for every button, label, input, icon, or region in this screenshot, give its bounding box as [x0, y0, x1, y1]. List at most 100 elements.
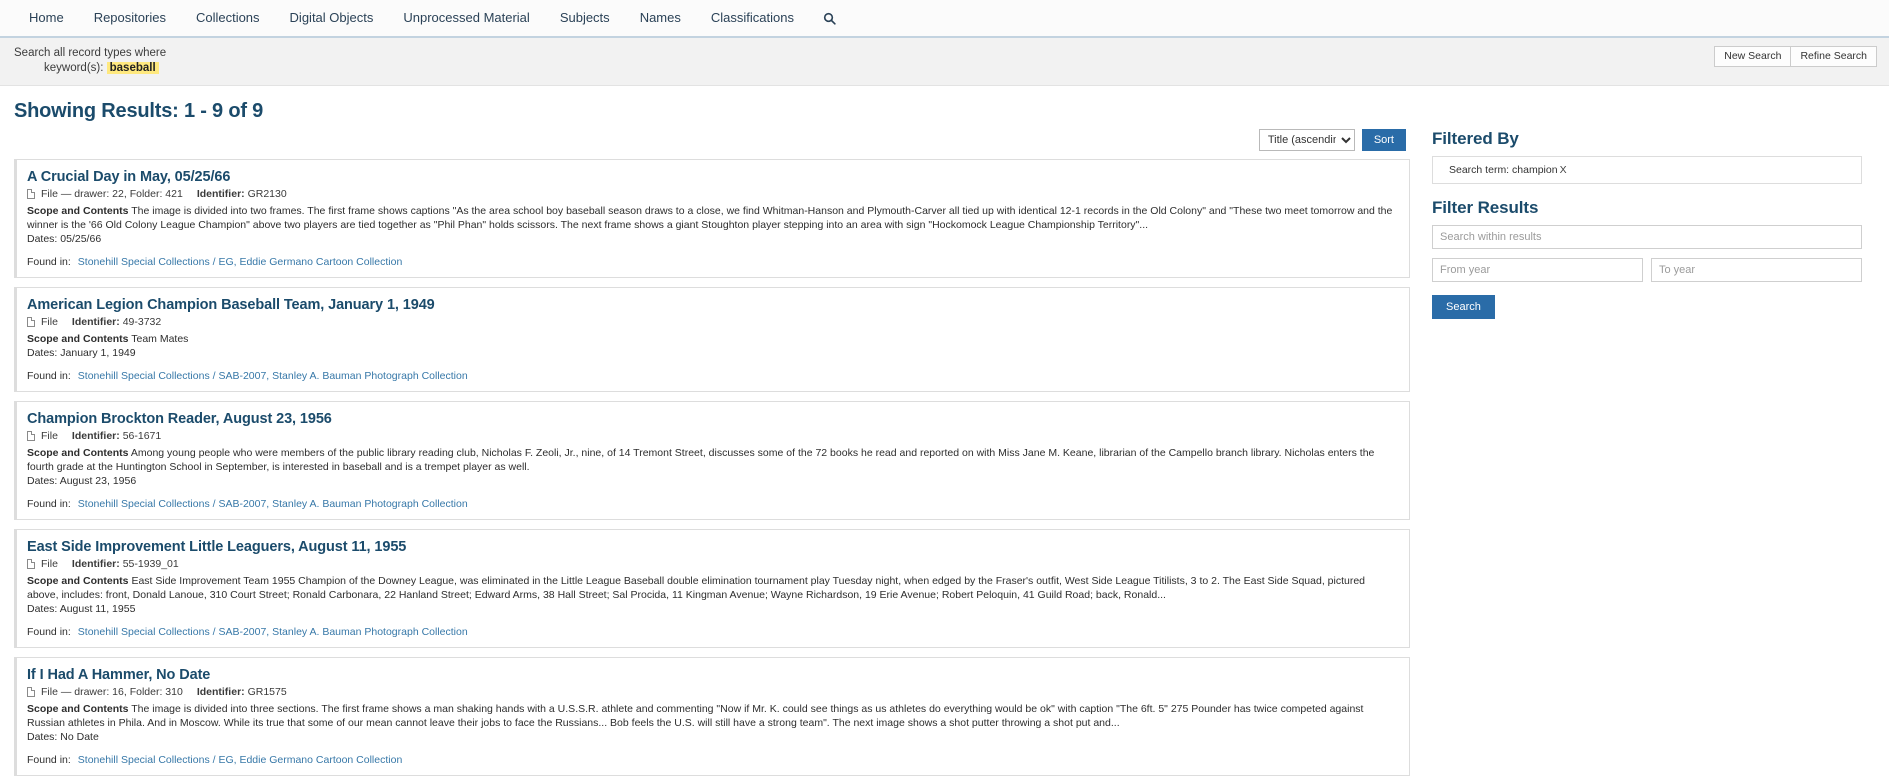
identifier-label: Identifier:: [71, 558, 120, 570]
result-identifier: Identifier: GR2130: [197, 188, 287, 200]
found-in-link[interactable]: Stonehill Special Collections / SAB-2007…: [78, 370, 468, 382]
identifier-value: 55-1939_01: [122, 558, 179, 570]
result-identifier: Identifier: 49-3732: [72, 316, 161, 328]
result-type: File: [41, 558, 58, 570]
to-year-input[interactable]: [1651, 258, 1862, 282]
nav-item-classifications[interactable]: Classifications: [696, 0, 809, 36]
search-icon[interactable]: [809, 12, 850, 25]
nav-item-names[interactable]: Names: [625, 0, 696, 36]
dates-label: Dates:: [27, 731, 58, 743]
from-year-input[interactable]: [1432, 258, 1643, 282]
main-navbar: Home Repositories Collections Digital Ob…: [0, 0, 1889, 38]
sort-bar: Title (ascending) Sort: [14, 129, 1410, 159]
result-type: File: [41, 316, 58, 328]
result-title-link[interactable]: Champion Brockton Reader, August 23, 195…: [27, 411, 332, 427]
filter-chip[interactable]: Search term: champion X: [1432, 156, 1862, 184]
result-found-in: Found in: Stonehill Special Collections /…: [27, 626, 1397, 638]
scope-label: Scope and Contents: [27, 205, 129, 217]
found-in-label: Found in:: [27, 498, 71, 510]
result-title-link[interactable]: East Side Improvement Little Leaguers, A…: [27, 539, 406, 555]
file-icon: [27, 687, 35, 697]
page-title: Showing Results: 1 - 9 of 9: [14, 100, 264, 122]
sort-button[interactable]: Sort: [1361, 129, 1406, 151]
identifier-value: GR2130: [247, 188, 287, 200]
nav-item-unprocessed-material[interactable]: Unprocessed Material: [388, 0, 544, 36]
found-in-link[interactable]: Stonehill Special Collections / SAB-2007…: [78, 498, 468, 510]
result-item[interactable]: East Side Improvement Little Leaguers, A…: [14, 529, 1410, 648]
nav-item-home[interactable]: Home: [14, 0, 79, 36]
result-dates: Dates: August 11, 1955: [27, 603, 1397, 615]
nav-item-digital-objects[interactable]: Digital Objects: [275, 0, 389, 36]
result-dates: Dates: January 1, 1949: [27, 347, 1397, 359]
sidebar-search-button[interactable]: Search: [1432, 295, 1495, 319]
identifier-value: 49-3732: [122, 316, 162, 328]
results-list: A Crucial Day in May, 05/25/66 File — dr…: [14, 159, 1410, 778]
criteria-keyword-value: baseball: [106, 62, 159, 74]
search-within-results-input[interactable]: [1432, 225, 1862, 249]
result-title-link[interactable]: If I Had A Hammer, No Date: [27, 667, 210, 683]
result-type: File — drawer: 16, Folder: 310: [41, 686, 183, 698]
result-identifier: Identifier: 55-1939_01: [72, 558, 179, 570]
nav-item-repositories[interactable]: Repositories: [79, 0, 181, 36]
result-scope: Scope and Contents The image is divided …: [27, 204, 1397, 232]
criteria-keyword-row: keyword(s): baseball: [14, 61, 1875, 75]
result-found-in: Found in: Stonehill Special Collections /…: [27, 498, 1397, 510]
result-item[interactable]: Champion Brockton Reader, August 23, 195…: [14, 401, 1410, 520]
result-item[interactable]: A Crucial Day in May, 05/25/66 File — dr…: [14, 159, 1410, 278]
result-found-in: Found in: Stonehill Special Collections /…: [27, 256, 1397, 268]
filter-chip-label: Search term: champion: [1449, 164, 1558, 176]
result-type: File — drawer: 22, Folder: 421: [41, 188, 183, 200]
result-meta: File — drawer: 22, Folder: 421 Identifie…: [27, 188, 1397, 200]
results-column: Title (ascending) Sort A Crucial Day in …: [14, 129, 1410, 778]
found-in-label: Found in:: [27, 256, 71, 268]
new-search-button[interactable]: New Search: [1714, 46, 1792, 67]
result-title-link[interactable]: A Crucial Day in May, 05/25/66: [27, 169, 230, 185]
scope-text: East Side Improvement Team 1955 Champion…: [27, 575, 1366, 601]
dates-value: August 23, 1956: [59, 475, 137, 487]
file-icon: [27, 559, 35, 569]
dates-label: Dates:: [27, 347, 58, 359]
filters-sidebar: Filtered By Search term: champion X Filte…: [1410, 129, 1862, 319]
result-item[interactable]: If I Had A Hammer, No Date File — drawer…: [14, 657, 1410, 776]
filter-results-title: Filter Results: [1432, 198, 1539, 217]
file-icon: [27, 431, 35, 441]
identifier-label: Identifier:: [71, 430, 120, 442]
found-in-link[interactable]: Stonehill Special Collections / EG, Eddi…: [78, 256, 403, 268]
result-identifier: Identifier: 56-1671: [72, 430, 161, 442]
result-meta: File Identifier: 56-1671: [27, 430, 1397, 442]
refine-search-button[interactable]: Refine Search: [1791, 46, 1877, 67]
remove-filter-icon[interactable]: X: [1560, 164, 1567, 176]
result-found-in: Found in: Stonehill Special Collections /…: [27, 370, 1397, 382]
found-in-link[interactable]: Stonehill Special Collections / EG, Eddi…: [78, 754, 403, 766]
result-scope: Scope and Contents Team Mates: [27, 332, 1397, 346]
dates-label: Dates:: [27, 603, 58, 615]
result-meta: File Identifier: 49-3732: [27, 316, 1397, 328]
result-dates: Dates: August 23, 1956: [27, 475, 1397, 487]
result-scope: Scope and Contents The image is divided …: [27, 702, 1397, 730]
result-title-link[interactable]: American Legion Champion Baseball Team, …: [27, 297, 435, 313]
dates-label: Dates:: [27, 233, 58, 245]
file-icon: [27, 317, 35, 327]
year-range-row: [1432, 258, 1862, 291]
nav-item-collections[interactable]: Collections: [181, 0, 275, 36]
nav-item-subjects[interactable]: Subjects: [545, 0, 625, 36]
scope-label: Scope and Contents: [27, 447, 129, 459]
found-in-link[interactable]: Stonehill Special Collections / SAB-2007…: [78, 626, 468, 638]
result-identifier: Identifier: GR1575: [197, 686, 287, 698]
sort-select[interactable]: Title (ascending): [1258, 129, 1355, 151]
scope-label: Scope and Contents: [27, 703, 129, 715]
dates-value: 05/25/66: [60, 233, 102, 245]
result-meta: File Identifier: 55-1939_01: [27, 558, 1397, 570]
page-layout: Title (ascending) Sort A Crucial Day in …: [0, 129, 1889, 778]
file-icon: [27, 189, 35, 199]
identifier-value: 56-1671: [122, 430, 162, 442]
identifier-label: Identifier:: [71, 316, 120, 328]
found-in-label: Found in:: [27, 754, 71, 766]
scope-text: Team Mates: [131, 333, 189, 345]
criteria-keyword-label: keyword(s):: [44, 62, 104, 74]
search-criteria-bar: Search all record types where keyword(s)…: [0, 38, 1889, 86]
result-scope: Scope and Contents Among young people wh…: [27, 446, 1397, 474]
result-item[interactable]: American Legion Champion Baseball Team, …: [14, 287, 1410, 392]
result-scope: Scope and Contents East Side Improvement…: [27, 574, 1397, 602]
dates-label: Dates:: [27, 475, 58, 487]
